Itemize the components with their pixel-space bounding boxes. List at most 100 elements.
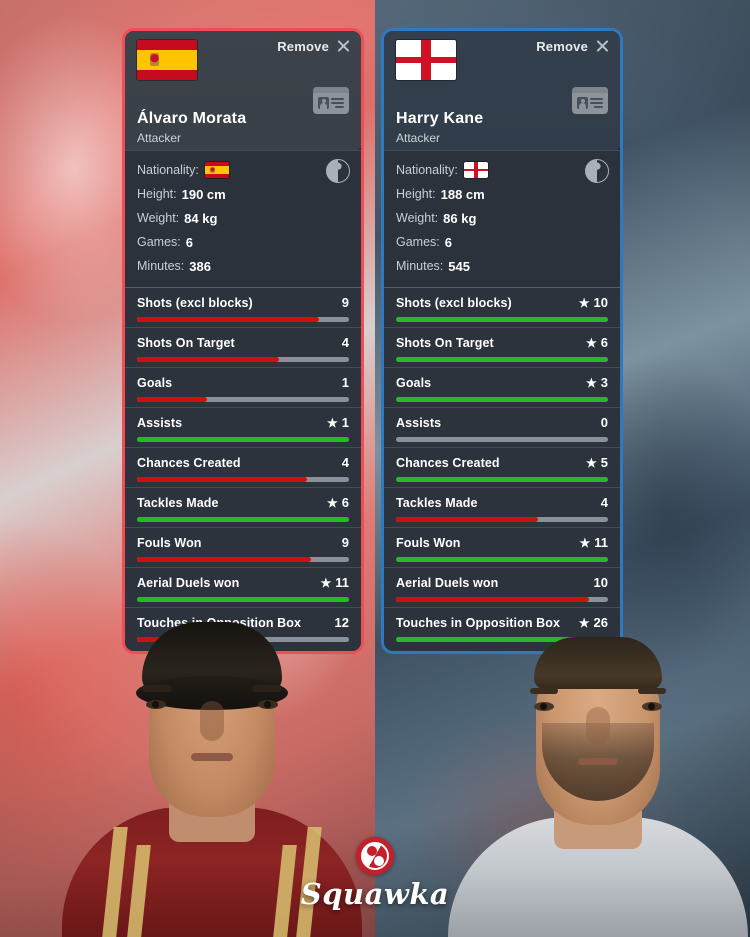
stat-row: Shots (excl blocks) 9 — [125, 287, 361, 322]
flag-spain-icon — [137, 40, 197, 80]
bio-value: 190 cm — [181, 186, 226, 202]
player-mouth — [191, 753, 233, 761]
bio-label: Weight: — [137, 211, 180, 225]
stats-list-left: Shots (excl blocks) 9 Shots On Target 4 Goal… — [125, 287, 361, 651]
stat-value: 1 — [342, 375, 349, 390]
player-position-left: Attacker — [137, 131, 182, 145]
stat-label: Assists — [396, 415, 442, 430]
player-name-right: Harry Kane — [396, 110, 484, 127]
stat-bar-track — [137, 357, 349, 362]
stat-row-header: Goals 1 — [137, 375, 349, 390]
bio-label: Height: — [396, 187, 436, 201]
player-nose — [586, 707, 610, 745]
player-mouth — [578, 758, 618, 765]
id-card-icon[interactable] — [572, 87, 608, 114]
player-nose — [200, 701, 224, 741]
stat-row-header: Tackles Made 4 — [396, 495, 608, 510]
bio-row-height: Height: 190 cm — [137, 182, 349, 206]
id-card-line — [331, 102, 344, 104]
stat-bar-track — [137, 517, 349, 522]
stat-label: Aerial Duels won — [137, 575, 240, 590]
remove-button-left[interactable]: Remove — [277, 39, 351, 54]
player-name-left: Álvaro Morata — [137, 110, 247, 127]
brand-name: Squawka — [300, 877, 450, 911]
id-card-portrait — [318, 97, 329, 109]
stat-bar-fill — [137, 557, 311, 562]
bio-row-games: Games: 6 — [137, 230, 349, 254]
stat-bar-track — [137, 397, 349, 402]
bio-label: Games: — [137, 235, 181, 249]
close-icon[interactable] — [336, 39, 351, 54]
stat-row-header: Shots (excl blocks) 9 — [137, 295, 349, 310]
id-card-icon[interactable] — [313, 87, 349, 114]
id-card-portrait — [577, 97, 588, 109]
remove-button-right[interactable]: Remove — [536, 39, 610, 54]
bio-value: 6 — [185, 234, 193, 250]
stat-row: Tackles Made ★ 6 — [125, 487, 361, 522]
id-card-top-bar — [313, 87, 349, 93]
id-card-line — [590, 98, 603, 100]
stat-label: Assists — [137, 415, 183, 430]
stat-bar-fill — [396, 597, 589, 602]
stat-row: Chances Created 4 — [125, 447, 361, 482]
stat-bar-fill — [137, 437, 349, 442]
stat-bar-fill — [396, 557, 608, 562]
card-header-right: Remove Harry Kane Attacker — [384, 31, 620, 235]
player-card-right: Remove Harry Kane Attacker Nationality: — [381, 28, 623, 654]
stat-bar-track — [396, 477, 608, 482]
stat-row-header: Shots (excl blocks) ★ 10 — [396, 295, 608, 310]
close-icon[interactable] — [595, 39, 610, 54]
stat-bar-track — [396, 397, 608, 402]
remove-label: Remove — [277, 39, 329, 54]
stat-bar-track — [396, 317, 608, 322]
stat-row: Assists ★ 1 — [125, 407, 361, 442]
stat-bar-track — [137, 557, 349, 562]
stat-value: ★ 6 — [586, 335, 608, 350]
stat-value: ★ 11 — [320, 575, 349, 590]
bio-value: 545 — [448, 258, 470, 274]
id-card-line — [335, 106, 344, 108]
stat-number: 4 — [341, 335, 349, 350]
stat-label: Fouls Won — [137, 535, 202, 550]
stats-list-right: Shots (excl blocks) ★ 10 Shots On Target ★ 6 G… — [384, 287, 620, 651]
stat-bar-fill — [396, 517, 539, 522]
bio-label: Minutes: — [137, 259, 185, 273]
star-icon: ★ — [586, 335, 597, 350]
bio-label: Weight: — [396, 211, 439, 225]
stat-row-header: Assists ★ 1 — [137, 415, 349, 430]
bio-row-minutes: Minutes: 545 — [396, 254, 608, 278]
id-card-top-bar — [572, 87, 608, 93]
stat-number: 5 — [600, 455, 608, 470]
stat-label: Tackles Made — [137, 495, 219, 510]
player-hair — [136, 622, 288, 710]
yin-yang-icon[interactable] — [585, 159, 609, 183]
bio-label: Nationality: — [137, 163, 199, 177]
stat-label: Shots On Target — [137, 335, 235, 350]
remove-label: Remove — [536, 39, 588, 54]
stat-value: 4 — [601, 495, 608, 510]
bio-row-nationality: Nationality: — [396, 158, 608, 182]
stat-value: 4 — [342, 455, 349, 470]
stat-value: 9 — [342, 295, 349, 310]
stat-bar-fill — [396, 477, 608, 482]
stat-number: 1 — [341, 375, 349, 390]
stat-bar-fill — [396, 317, 608, 322]
stat-value: 4 — [342, 335, 349, 350]
stat-bar-fill — [137, 397, 207, 402]
stat-value: ★ 3 — [586, 375, 608, 390]
yin-yang-icon[interactable] — [326, 159, 350, 183]
flag-england-icon — [396, 40, 456, 80]
bio-row-height: Height: 188 cm — [396, 182, 608, 206]
stat-row-header: Chances Created ★ 5 — [396, 455, 608, 470]
stat-number: 1 — [341, 415, 349, 430]
stat-label: Goals — [396, 375, 432, 390]
stat-label: Shots (excl blocks) — [396, 295, 512, 310]
stat-number: 4 — [600, 495, 608, 510]
bio-value: 386 — [189, 258, 211, 274]
stat-row: Tackles Made 4 — [384, 487, 620, 522]
stat-row-header: Aerial Duels won ★ 11 — [137, 575, 349, 590]
stat-number: 9 — [341, 295, 349, 310]
stat-bar-track — [396, 437, 608, 442]
bio-label: Nationality: — [396, 163, 458, 177]
stat-number: 11 — [594, 535, 608, 550]
